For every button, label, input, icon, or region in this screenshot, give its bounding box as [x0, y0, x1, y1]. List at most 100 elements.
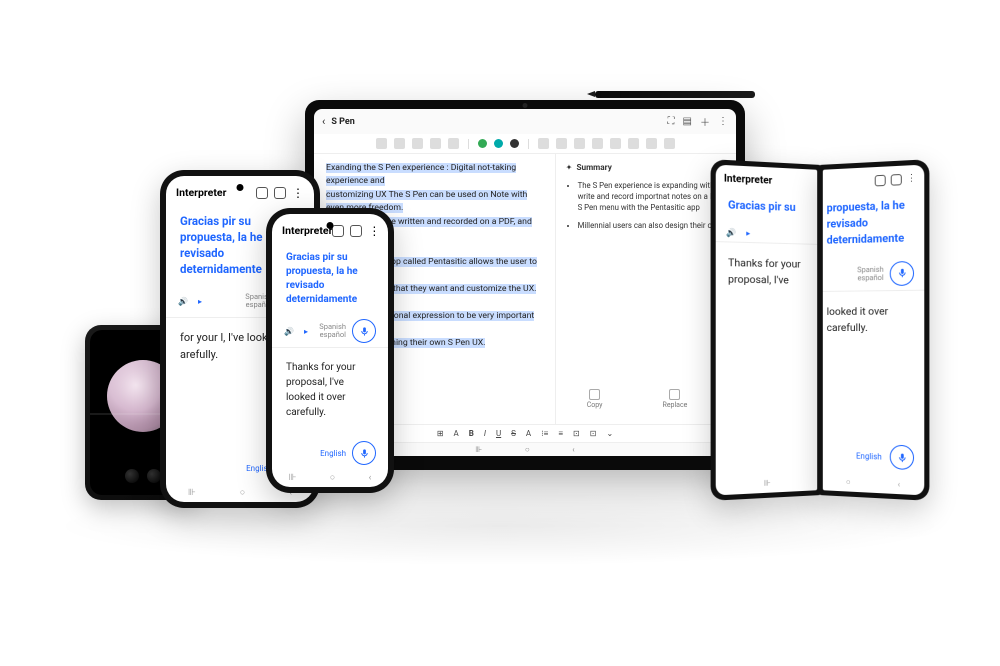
source-text-right: looked it over carefully.	[823, 291, 924, 336]
settings-icon[interactable]	[891, 174, 902, 186]
lasso-icon[interactable]	[448, 138, 459, 149]
copy-icon	[589, 389, 600, 400]
play-icon[interactable]: ▸	[746, 229, 750, 238]
settings-icon[interactable]	[350, 225, 362, 237]
replace-button[interactable]: Replace	[663, 389, 688, 409]
app-title: Interpreter	[282, 224, 332, 237]
play-icon[interactable]: ▸	[304, 327, 308, 336]
target-lang-label[interactable]: Spanishespañol	[857, 265, 884, 282]
front-camera	[237, 184, 244, 191]
tool-icon[interactable]	[628, 138, 639, 149]
nav-back-icon[interactable]: ‹	[898, 480, 900, 489]
nav-recent-icon[interactable]: ⊪	[475, 445, 482, 454]
underline-icon[interactable]: U	[496, 429, 501, 438]
tool-icon[interactable]	[574, 138, 585, 149]
speaker-icon[interactable]: 🔊	[178, 297, 188, 306]
box-icon[interactable]: ⊡	[573, 429, 580, 438]
list-icon[interactable]: ⁝≡	[541, 429, 548, 438]
strike-icon[interactable]: S	[511, 429, 516, 438]
color-teal-icon[interactable]	[494, 139, 503, 148]
tablet-header: ‹ S Pen ⛶ ▤ ＋ ⋮	[314, 109, 736, 134]
summary-panel: ✦Summary The S Pen experience is expandi…	[555, 154, 736, 424]
fold-nav-bar: ○ ‹	[823, 476, 924, 490]
more-icon[interactable]: ⋮	[718, 116, 728, 127]
language-bar-bottom: English	[823, 442, 924, 470]
tablet-camera	[523, 103, 528, 108]
camera-lens-icon	[125, 469, 139, 483]
mic-button[interactable]	[352, 441, 376, 465]
nav-home-icon[interactable]: ○	[525, 445, 530, 454]
expand-icon[interactable]: ⛶	[668, 116, 675, 127]
phone-nav-bar: ⊪ ○ ‹	[272, 472, 388, 483]
settings-icon[interactable]	[274, 187, 286, 199]
history-icon[interactable]	[332, 225, 344, 237]
mic-button[interactable]	[890, 261, 914, 286]
box-icon[interactable]: ⊡	[590, 429, 597, 438]
color-green-icon[interactable]	[478, 139, 487, 148]
source-lang-label[interactable]: English	[320, 449, 346, 458]
nav-recent-icon[interactable]: ⊪	[764, 478, 771, 487]
summary-title: Summary	[576, 163, 611, 173]
drawing-toolbar	[314, 134, 736, 154]
fold-device: Interpreter Gracias pir su 🔊 ▸ Thanks fo…	[710, 165, 930, 495]
eraser-icon[interactable]	[412, 138, 423, 149]
nav-recent-icon[interactable]: ⊪	[188, 488, 196, 498]
speaker-icon[interactable]: 🔊	[284, 327, 294, 336]
language-bar-bottom: English	[272, 441, 388, 465]
more-icon[interactable]: ⋮	[292, 187, 304, 199]
phone-device-small: Interpreter ⋮ Gracias pir su propuesta, …	[266, 208, 394, 493]
translated-text: Gracias pir su propuesta, la he revisado…	[272, 241, 388, 315]
color-icon[interactable]: A	[526, 429, 531, 438]
speaker-icon[interactable]: 🔊	[726, 228, 736, 238]
layout-icon[interactable]: ⊞	[437, 429, 444, 438]
nav-home-icon[interactable]: ○	[240, 487, 245, 498]
chevron-down-icon[interactable]: ⌄	[606, 429, 613, 438]
tool-icon[interactable]	[610, 138, 621, 149]
redo-icon[interactable]	[556, 138, 567, 149]
nav-home-icon[interactable]: ○	[846, 477, 851, 486]
align-icon[interactable]: ≡	[558, 429, 563, 438]
more-icon[interactable]: ⋮	[907, 173, 916, 185]
language-bar-top: Spanishespañol	[823, 256, 924, 291]
translated-text-left: Gracias pir su	[716, 186, 817, 226]
camera-lens-icon	[147, 469, 161, 483]
italic-icon[interactable]: I	[484, 429, 486, 438]
nav-back-icon[interactable]: ‹	[572, 445, 574, 454]
tool-icon[interactable]	[376, 138, 387, 149]
color-black-icon[interactable]	[510, 139, 519, 148]
tool-icon[interactable]	[664, 138, 675, 149]
nav-back-icon[interactable]: ‹	[369, 473, 372, 483]
tablet-title: S Pen	[331, 117, 354, 127]
bold-icon[interactable]: B	[469, 429, 474, 438]
summary-item: Millennial users can also design their o…	[578, 221, 726, 232]
source-text-left: Thanks for your proposal, I've	[716, 242, 817, 288]
more-icon[interactable]: ⋮	[368, 225, 380, 237]
history-icon[interactable]	[256, 187, 268, 199]
pen-icon[interactable]	[394, 138, 405, 149]
nav-home-icon[interactable]: ○	[330, 472, 335, 483]
s-pen-stylus	[595, 91, 755, 98]
history-icon[interactable]	[875, 175, 886, 187]
tool-icon[interactable]	[646, 138, 657, 149]
fold-nav-bar: ⊪	[716, 476, 817, 490]
target-lang-label[interactable]: Spanishespañol	[319, 323, 346, 340]
copy-button[interactable]: Copy	[587, 389, 603, 409]
language-bar-top: 🔊 ▸ Spanishespañol	[272, 315, 388, 348]
summary-item: The S Pen experience is expanding with w…	[578, 181, 726, 214]
mic-button[interactable]	[352, 319, 376, 343]
back-icon[interactable]: ‹	[322, 115, 325, 128]
highlight-icon[interactable]	[430, 138, 441, 149]
tool-icon[interactable]	[592, 138, 603, 149]
mic-button[interactable]	[890, 445, 914, 471]
front-camera	[327, 222, 334, 229]
source-text: Thanks for your proposal, I've looked it…	[272, 348, 388, 432]
nav-recent-icon[interactable]: ⊪	[289, 473, 297, 483]
replace-icon	[669, 389, 680, 400]
translated-text-right: propuesta, la he revisado deternidamente	[823, 186, 924, 258]
play-icon[interactable]: ▸	[198, 297, 202, 306]
font-icon[interactable]: A	[454, 429, 459, 438]
undo-icon[interactable]	[538, 138, 549, 149]
add-icon[interactable]: ＋	[700, 114, 710, 129]
grid-icon[interactable]: ▤	[683, 116, 692, 127]
source-lang-label[interactable]: English	[856, 451, 882, 461]
